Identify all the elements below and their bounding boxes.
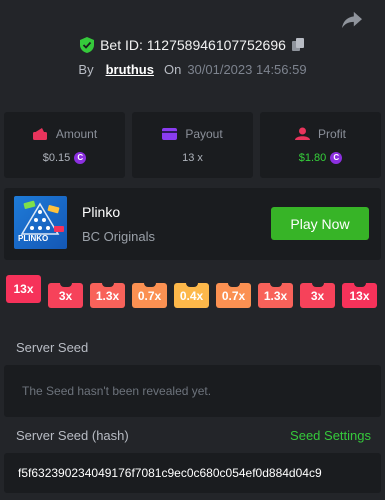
multiplier-row: 13x 3x 1.3x 0.7x 0.4x 0.7x 1.3x 3x 13x xyxy=(6,275,381,315)
stat-amount-value: $0.15 xyxy=(42,151,71,164)
on-label: On xyxy=(163,62,182,77)
multiplier-label: 0.4x xyxy=(179,288,204,303)
multiplier-label: 13x xyxy=(349,288,370,303)
multiplier-label: 1.3x xyxy=(263,288,288,303)
bet-datetime: 30/01/2023 14:56:59 xyxy=(187,62,307,77)
bet-meta-row: By bruthus On 30/01/2023 14:56:59 xyxy=(0,62,385,77)
play-now-button[interactable]: Play Now xyxy=(271,207,369,240)
profit-icon xyxy=(294,127,310,140)
multiplier-slot: 1.3x xyxy=(258,283,293,308)
server-seed-label: Server Seed xyxy=(16,340,89,355)
bet-stats: Amount $0.15 C Payout 13 x Profit $1.80 … xyxy=(4,112,381,178)
copy-icon[interactable] xyxy=(291,38,305,52)
username-link[interactable]: bruthus xyxy=(106,62,154,77)
coin-icon: C xyxy=(330,151,343,164)
server-seed-field: The Seed hasn't been revealed yet. xyxy=(4,365,381,417)
multiplier-label: 0.7x xyxy=(221,288,246,303)
stat-amount: Amount $0.15 C xyxy=(4,112,125,178)
multiplier-slot: 13x xyxy=(6,275,41,303)
stat-payout-value: 13 x xyxy=(182,151,203,164)
game-provider: BC Originals xyxy=(82,229,155,244)
stat-payout-title: Payout xyxy=(185,126,223,141)
game-card: PLINKO Plinko BC Originals Play Now xyxy=(4,188,381,260)
stat-amount-title: Amount xyxy=(55,126,98,141)
multiplier-slot: 13x xyxy=(342,283,377,308)
stat-profit-title: Profit xyxy=(317,126,346,141)
multiplier-label: 3x xyxy=(58,288,73,303)
bet-id-row: Bet ID: 112758946107752696 xyxy=(0,37,385,53)
verified-shield-icon xyxy=(80,37,95,53)
multiplier-slot: 0.4x xyxy=(174,283,209,308)
bet-id: Bet ID: 112758946107752696 xyxy=(100,37,286,53)
stat-profit: Profit $1.80 C xyxy=(260,112,381,178)
server-seed-hash-section: Server Seed (hash) Seed Settings f5f6323… xyxy=(4,428,381,493)
stat-payout: Payout 13 x xyxy=(132,112,253,178)
stat-profit-value: $1.80 xyxy=(298,151,327,164)
multiplier-label: 0.7x xyxy=(137,288,162,303)
multiplier-slot: 0.7x xyxy=(132,283,167,308)
by-label: By xyxy=(78,62,94,77)
share-icon[interactable] xyxy=(341,10,363,30)
wallet-icon xyxy=(32,127,47,140)
thumbnail-label: PLINKO xyxy=(18,234,49,243)
server-seed-section: Server Seed The Seed hasn't been reveale… xyxy=(4,340,381,417)
game-thumbnail[interactable]: PLINKO xyxy=(14,196,67,249)
server-seed-hash-field[interactable]: f5f632390234049176f7081c9ec0c680c054ef0d… xyxy=(4,453,381,493)
server-seed-value: The Seed hasn't been revealed yet. xyxy=(22,384,212,398)
multiplier-label: 3x xyxy=(310,288,325,303)
multiplier-slot: 0.7x xyxy=(216,283,251,308)
multiplier-label: 1.3x xyxy=(95,288,120,303)
multiplier-slot: 3x xyxy=(48,283,83,308)
multiplier-label: 13x xyxy=(13,282,34,296)
seed-settings-link[interactable]: Seed Settings xyxy=(290,428,371,443)
coin-icon: C xyxy=(74,151,87,164)
multiplier-slot: 3x xyxy=(300,283,335,308)
card-icon xyxy=(162,127,178,140)
multiplier-slot: 1.3x xyxy=(90,283,125,308)
game-name: Plinko xyxy=(82,204,121,220)
server-seed-hash-value: f5f632390234049176f7081c9ec0c680c054ef0d… xyxy=(18,466,322,480)
